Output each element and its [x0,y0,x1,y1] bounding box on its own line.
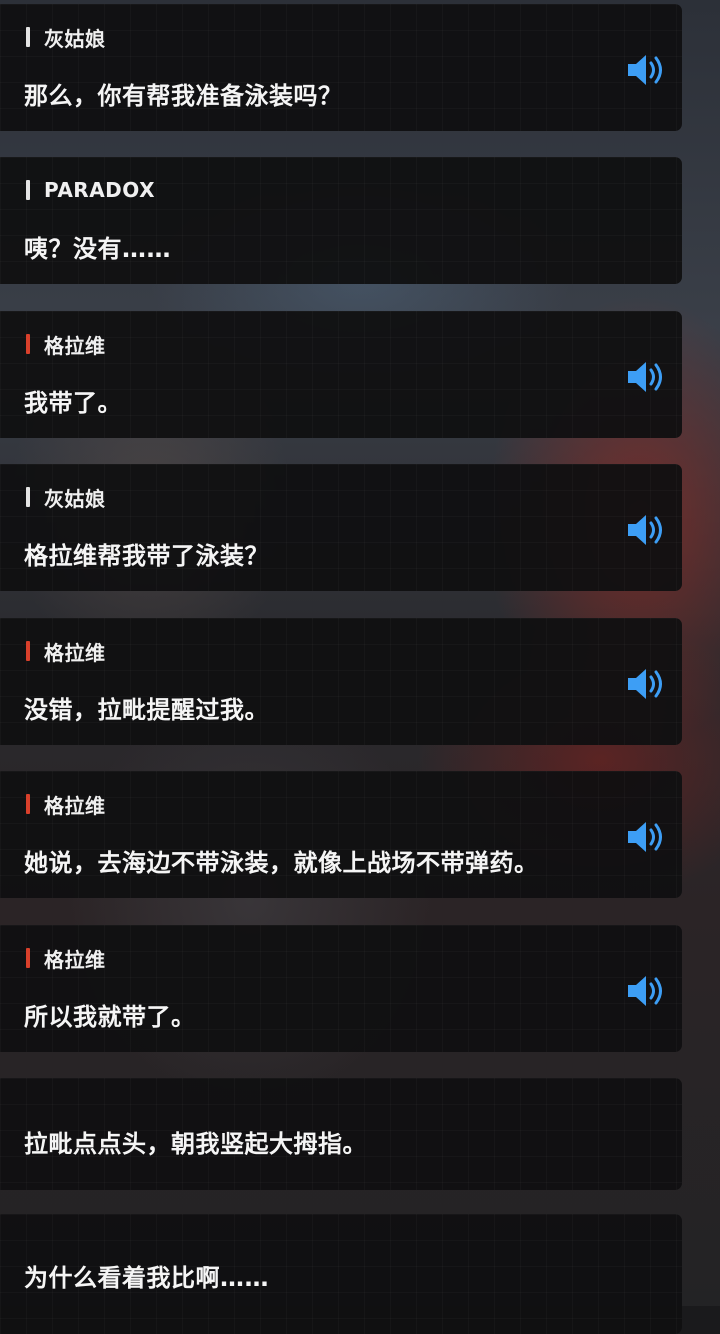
voice-play-button[interactable] [626,359,668,395]
voice-play-button[interactable] [626,666,668,702]
speaker-name: 格拉维 [44,947,106,972]
dialogue-text: 没错，拉毗提醒过我。 [24,696,269,724]
dialogue-text: 咦？没有…… [24,235,171,263]
speaker-indicator-bar [26,641,30,661]
narration-entry: 拉毗点点头，朝我竖起大拇指。 [0,1078,682,1190]
dialogue-entry: 灰姑娘 那么，你有帮我准备泳装吗？ [0,4,682,131]
speaker-indicator-bar [26,180,30,200]
speaker-volume-icon [628,822,662,852]
speaker-volume-icon [628,669,662,699]
dialogue-entry: 格拉维 我带了。 [0,311,682,438]
dialogue-entry: 格拉维 所以我就带了。 [0,925,682,1052]
speaker-tag: 格拉维 [26,332,106,358]
dialogue-entry: 格拉维 她说，去海边不带泳装，就像上战场不带弹药。 [0,771,682,898]
speaker-volume-icon [628,515,662,545]
speaker-tag: 格拉维 [26,946,106,972]
speaker-indicator-bar [26,487,30,507]
voice-play-button[interactable] [626,973,668,1009]
speaker-name: 格拉维 [44,793,106,818]
dialogue-text: 她说，去海边不带泳装，就像上战场不带弹药。 [24,849,539,877]
speaker-volume-icon [628,362,662,392]
speaker-tag: 灰姑娘 [26,25,106,51]
dialogue-entry: PARADOX 咦？没有…… [0,157,682,284]
speaker-name: 格拉维 [44,640,106,665]
dialogue-text: 所以我就带了。 [24,1003,196,1031]
dialogue-entry: 灰姑娘 格拉维帮我带了泳装？ [0,464,682,591]
narration-entry: 为什么看着我比啊…… [0,1214,682,1334]
narration-text: 拉毗点点头，朝我竖起大拇指。 [24,1130,367,1158]
speaker-indicator-bar [26,948,30,968]
speaker-indicator-bar [26,27,30,47]
voice-play-button[interactable] [626,512,668,548]
voice-play-button[interactable] [626,819,668,855]
speaker-tag: 格拉维 [26,792,106,818]
narration-text: 为什么看着我比啊…… [24,1264,269,1292]
voice-play-button[interactable] [626,52,668,88]
speaker-name: 灰姑娘 [44,26,106,51]
dialogue-text: 格拉维帮我带了泳装？ [24,542,269,570]
speaker-volume-icon [628,976,662,1006]
speaker-indicator-bar [26,334,30,354]
dialogue-text: 我带了。 [24,389,122,417]
dialogue-text: 那么，你有帮我准备泳装吗？ [24,82,343,110]
speaker-tag: PARADOX [26,178,155,202]
speaker-indicator-bar [26,794,30,814]
dialogue-entry: 格拉维 没错，拉毗提醒过我。 [0,618,682,745]
speaker-name: PARADOX [44,178,155,202]
speaker-name: 灰姑娘 [44,486,106,511]
speaker-name: 格拉维 [44,333,106,358]
speaker-tag: 格拉维 [26,639,106,665]
speaker-tag: 灰姑娘 [26,485,106,511]
speaker-volume-icon [628,55,662,85]
